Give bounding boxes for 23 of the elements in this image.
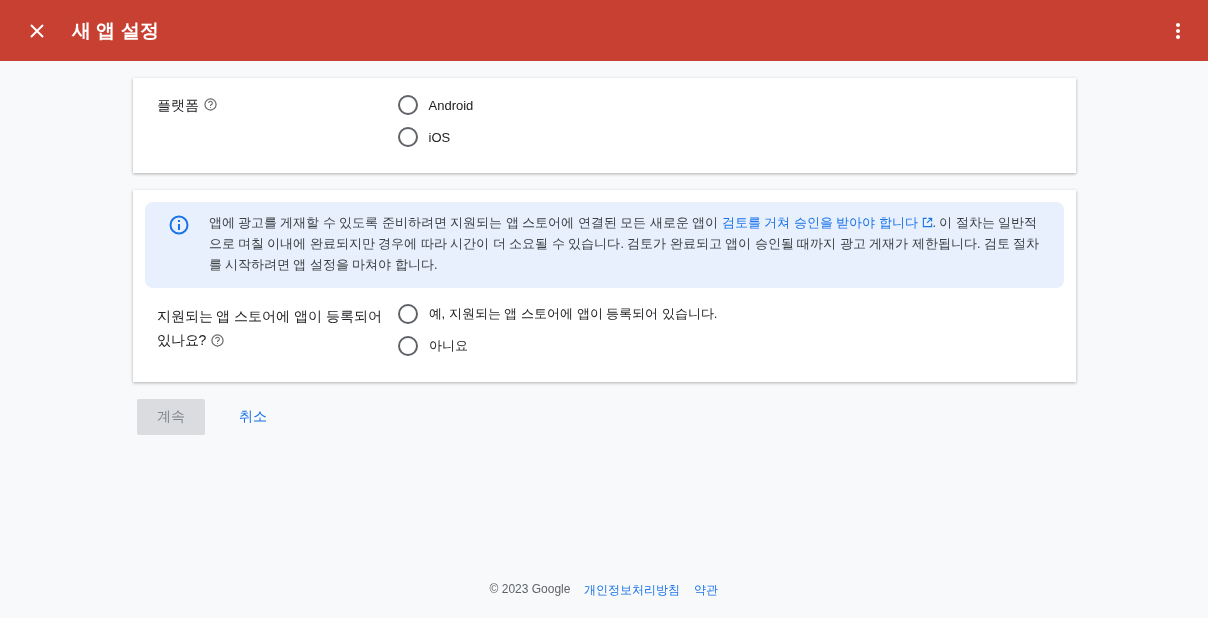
- review-link[interactable]: 검토를 거쳐 승인을 받아야 합니다: [722, 216, 933, 230]
- footer-link[interactable]: 개인정보처리방침: [584, 582, 681, 599]
- option-label: iOS: [428, 129, 451, 145]
- radio-button[interactable]: [397, 95, 418, 115]
- radio-button[interactable]: [397, 127, 418, 147]
- info-icon: [168, 215, 189, 235]
- page-title: 새 앱 설정: [72, 18, 160, 43]
- copyright-text: © 2023 Google: [489, 582, 571, 598]
- info-message: 앱에 광고를 게재할 수 있도록 준비하려면 지원되는 앱 스토어에 연결된 모든 새로운 앱이 검토를 거쳐 승인을 받아야 합니다 . 이 절차는 일반적으로 며칠 이내에 완료되지만 경우에 따라 시간이 더 소요될 수 있습니다. 검토가 완료되고 앱이 승인될 때까지 광고 게재가 제한됩니다. 검토 절차를 시작하려면 앱 설정을 마쳐야 합니다.: [208, 215, 1040, 274]
- radio-button[interactable]: [397, 304, 418, 324]
- option-label: Android: [428, 97, 474, 113]
- external-link-icon: [921, 217, 933, 228]
- option-label: 예, 지원되는 앱 스토어에 앱이 등록되어 있습니다.: [428, 305, 718, 323]
- close-icon[interactable]: [30, 23, 44, 38]
- radio-button[interactable]: [397, 336, 418, 356]
- help-icon[interactable]: [203, 98, 217, 111]
- option-label: 아니요: [428, 337, 468, 355]
- more-icon[interactable]: [1176, 22, 1180, 39]
- footer-link[interactable]: 약관: [694, 582, 719, 599]
- help-icon[interactable]: [211, 334, 225, 347]
- cancel-button[interactable]: 취소: [218, 399, 287, 435]
- question-text: 지원되는 앱 스토어에 앱이 등록되어 있나요?: [156, 307, 384, 350]
- field-label: 플랫폼: [156, 96, 199, 115]
